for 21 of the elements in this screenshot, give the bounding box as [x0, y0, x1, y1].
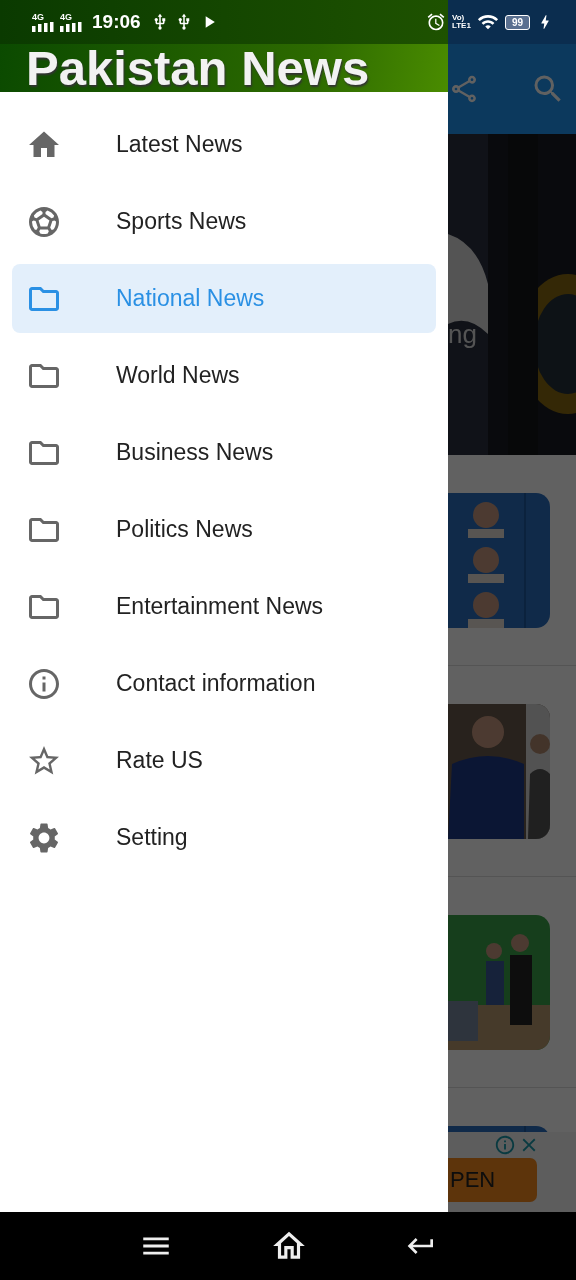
menu-item[interactable]: Entertainment News [12, 572, 436, 641]
volte-label: Vo) [451, 14, 465, 22]
signal-icon [32, 21, 54, 32]
menu-item[interactable]: Business News [12, 418, 436, 487]
menu-item[interactable]: Setting [12, 803, 436, 872]
menu-item[interactable]: Sports News [12, 187, 436, 256]
volte-label: LTE1 [451, 22, 471, 30]
menu-item[interactable]: World News [12, 341, 436, 410]
menu-item[interactable]: Contact information [12, 649, 436, 718]
info-icon[interactable] [494, 1134, 516, 1156]
battery-level: 99 [504, 14, 530, 30]
headline-text: ng [448, 319, 477, 350]
network-type: 4G [60, 12, 72, 22]
clock-time: 19:06 [92, 11, 141, 33]
app-title: Pakistan News [26, 44, 370, 92]
menu-item[interactable]: Politics News [12, 495, 436, 564]
menu-item[interactable]: Latest News [12, 110, 436, 179]
menu-item[interactable]: Rate US [12, 726, 436, 795]
alarm-icon [425, 12, 446, 32]
network-type: 4G [32, 12, 44, 22]
signal-icon [60, 21, 82, 32]
